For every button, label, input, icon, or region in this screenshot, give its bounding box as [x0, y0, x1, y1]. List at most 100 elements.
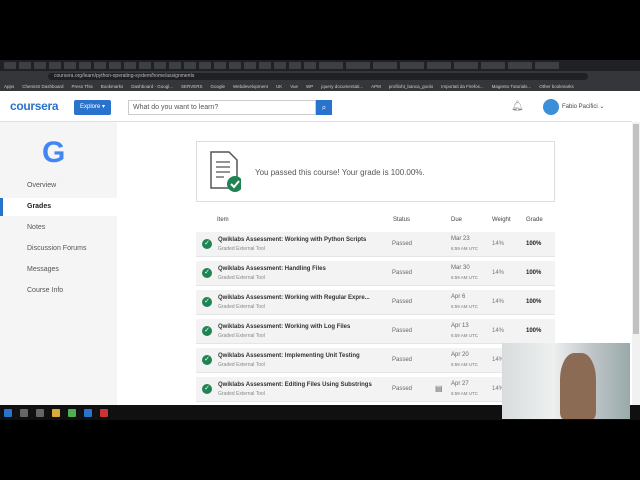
table-row[interactable]: ✓ Qwiklabs Assessment: Handling Files Gr… [196, 261, 555, 286]
browser-tab[interactable] [124, 62, 136, 69]
search-icon[interactable]: ⌕ [316, 100, 332, 115]
user-menu[interactable]: Fabio Pacifici ⌄ [562, 103, 604, 110]
browser-tab[interactable] [373, 62, 397, 69]
bookmark-item[interactable]: Importati da Firefox... [441, 84, 484, 89]
bookmark-item[interactable]: SERVERS [181, 84, 202, 89]
item-grade: 100% [526, 299, 542, 305]
sidebar-item-overview[interactable]: Overview [0, 177, 117, 195]
item-due-date: Apr 6 [451, 294, 466, 300]
browser-tab[interactable] [244, 62, 256, 69]
item-weight: 14% [492, 299, 505, 305]
browser-tab[interactable] [154, 62, 166, 69]
browser-tab[interactable] [79, 62, 91, 69]
browser-tab[interactable] [454, 62, 478, 69]
coursera-logo[interactable]: coursera [10, 99, 59, 113]
item-grade: 100% [526, 328, 542, 334]
sidebar-item-messages[interactable]: Messages [0, 261, 117, 279]
item-title[interactable]: Qwiklabs Assessment: Working with Python… [218, 237, 366, 243]
item-due-date: Apr 27 [451, 381, 469, 387]
item-due-date: Apr 13 [451, 323, 469, 329]
browser-tab[interactable] [4, 62, 16, 69]
column-header-item: Item [217, 217, 229, 223]
table-row[interactable]: ✓ Qwiklabs Assessment: Working with Regu… [196, 290, 555, 315]
browser-tab[interactable] [346, 62, 370, 69]
browser-tab[interactable] [427, 62, 451, 69]
start-icon[interactable] [4, 408, 12, 417]
bookmark-item[interactable]: Vue [290, 84, 298, 89]
table-row[interactable]: ✓ Qwiklabs Assessment: Working with Log … [196, 319, 555, 344]
table-row[interactable]: ✓ Qwiklabs Assessment: Working with Pyth… [196, 232, 555, 257]
task-view-icon[interactable] [36, 408, 44, 417]
browser-tab[interactable] [304, 62, 316, 69]
bookmark-item[interactable]: Chemistr Dashboard [22, 84, 63, 89]
bookmark-item[interactable]: APM [371, 84, 381, 89]
browser-tab[interactable] [94, 62, 106, 69]
bookmark-item[interactable]: Press This [72, 84, 93, 89]
item-status: Passed [392, 386, 413, 392]
bookmark-item[interactable]: profiloht_banca_goolo [389, 84, 433, 89]
item-title[interactable]: Qwiklabs Assessment: Working with Regula… [218, 295, 370, 301]
browser-tab[interactable] [109, 62, 121, 69]
item-type: Graded External Tool [218, 304, 265, 310]
sidebar-item-course-info[interactable]: Course Info [0, 282, 117, 300]
explore-button[interactable]: Explore ▾ [74, 100, 111, 115]
item-title[interactable]: Qwiklabs Assessment: Working with Log Fi… [218, 324, 350, 330]
item-weight: 14% [492, 241, 505, 247]
browser-tab[interactable] [34, 62, 46, 69]
sidebar-item-grades[interactable]: Grades [0, 198, 117, 216]
browser-tab[interactable] [508, 62, 532, 69]
search-taskbar-icon[interactable] [20, 408, 28, 417]
item-due-time: 6:59 AM UTC [451, 333, 479, 338]
bookmark-item[interactable]: Apps [4, 84, 14, 89]
url-field[interactable]: coursera.org/learn/python-operating-syst… [48, 73, 588, 80]
browser-tab[interactable] [274, 62, 286, 69]
item-title[interactable]: Qwiklabs Assessment: Editing Files Using… [218, 382, 372, 388]
avatar[interactable] [543, 99, 559, 115]
bookmark-item[interactable]: WP [306, 84, 313, 89]
browser-tab[interactable] [400, 62, 424, 69]
item-title[interactable]: Qwiklabs Assessment: Handling Files [218, 266, 326, 272]
browser-tab[interactable] [19, 62, 31, 69]
item-weight: 14% [492, 270, 505, 276]
item-title[interactable]: Qwiklabs Assessment: Implementing Unit T… [218, 353, 360, 359]
item-type: Graded External Tool [218, 246, 265, 252]
sidebar-item-notes[interactable]: Notes [0, 219, 117, 237]
browser-tab[interactable] [139, 62, 151, 69]
browser-tab[interactable] [289, 62, 301, 69]
browser-tab[interactable] [184, 62, 196, 69]
browser-tab[interactable] [259, 62, 271, 69]
item-status: Passed [392, 299, 413, 305]
browser-tab[interactable] [169, 62, 181, 69]
bookmark-item[interactable]: Other bookmarks [539, 84, 574, 89]
browser-tab[interactable] [319, 62, 343, 69]
bookmark-item[interactable]: jquery documentati... [321, 84, 363, 89]
bookmark-item[interactable]: Webdevelopment [233, 84, 268, 89]
bookmark-item[interactable]: Bookmarks [101, 84, 124, 89]
item-due-time: 6:59 AM UTC [451, 304, 479, 309]
file-explorer-icon[interactable] [52, 408, 60, 417]
browser-tab[interactable] [64, 62, 76, 69]
search-input[interactable]: What do you want to learn? [128, 100, 316, 115]
browser-tab[interactable] [229, 62, 241, 69]
bookmark-item[interactable]: Google [210, 84, 225, 89]
browser-tab[interactable] [481, 62, 505, 69]
browser-tab[interactable] [535, 62, 559, 69]
bookmarks-bar: Apps Chemistr Dashboard Press This Bookmark… [0, 82, 640, 91]
item-status: Passed [392, 328, 413, 334]
bookmark-item[interactable]: Dashboard - Googl... [131, 84, 173, 89]
browser-tab[interactable] [49, 62, 61, 69]
browser-tab[interactable] [214, 62, 226, 69]
bookmark-item[interactable]: UK [276, 84, 282, 89]
browser-tab[interactable] [199, 62, 211, 69]
bookmark-item[interactable]: Magento Tutorials... [492, 84, 532, 89]
item-due-date: Mar 23 [451, 236, 470, 242]
chrome-icon[interactable] [68, 408, 76, 417]
item-status: Passed [392, 357, 413, 363]
bell-icon[interactable]: 🔔︎ [511, 101, 524, 112]
check-circle-icon: ✓ [202, 239, 212, 249]
vscode-icon[interactable] [84, 408, 92, 417]
scrollbar-thumb[interactable] [633, 124, 639, 334]
check-circle-icon: ✓ [202, 384, 212, 394]
opera-icon[interactable] [100, 408, 108, 417]
sidebar-item-discussion-forums[interactable]: Discussion Forums [0, 240, 117, 258]
